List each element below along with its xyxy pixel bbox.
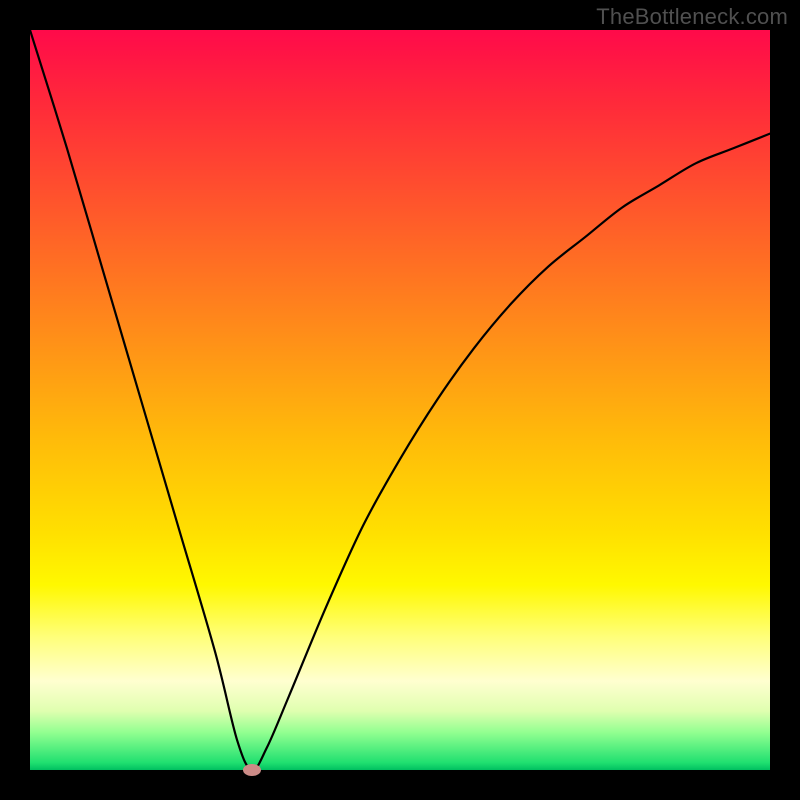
watermark-text: TheBottleneck.com	[596, 4, 788, 30]
curve-layer	[30, 30, 770, 770]
bottleneck-curve	[30, 30, 770, 770]
plot-area	[30, 30, 770, 770]
optimal-point-marker	[243, 764, 261, 776]
chart-frame: TheBottleneck.com	[0, 0, 800, 800]
